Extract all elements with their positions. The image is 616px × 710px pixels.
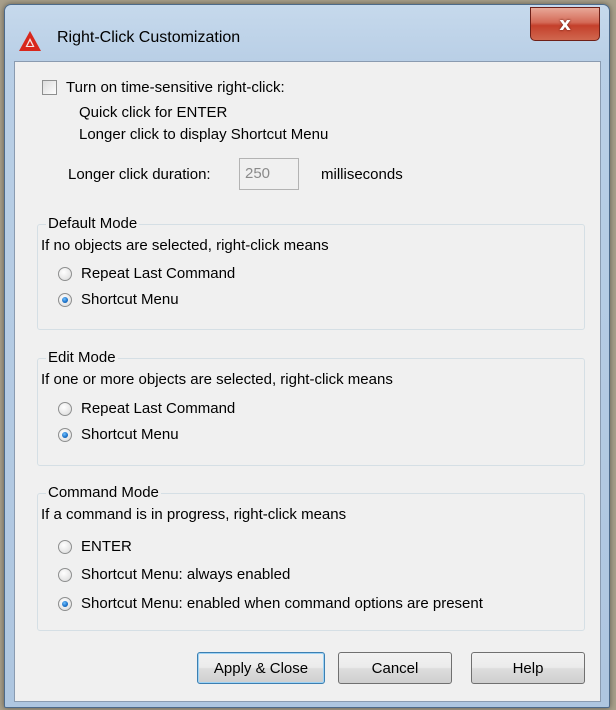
autocad-logo-icon xyxy=(19,31,41,51)
title-bar[interactable]: Right-Click Customization x xyxy=(5,5,609,61)
default-mode-group: Default Mode If no objects are selected,… xyxy=(37,215,585,330)
default-mode-title: Default Mode xyxy=(46,215,140,232)
default-mode-option-shortcut-menu[interactable]: Shortcut Menu xyxy=(81,291,179,308)
command-mode-group: Command Mode If a command is in progress… xyxy=(37,484,585,631)
edit-mode-description: If one or more objects are selected, rig… xyxy=(41,371,393,388)
cancel-button[interactable]: Cancel xyxy=(338,652,452,684)
default-mode-option-repeat-last[interactable]: Repeat Last Command xyxy=(81,265,235,282)
edit-mode-option-repeat-last[interactable]: Repeat Last Command xyxy=(81,400,235,417)
default-mode-description: If no objects are selected, right-click … xyxy=(41,237,329,254)
longer-click-text: Longer click to display Shortcut Menu xyxy=(79,126,329,143)
command-mode-option-always-enabled[interactable]: Shortcut Menu: always enabled xyxy=(81,566,290,583)
edit-mode-radio-shortcut-menu[interactable] xyxy=(58,428,72,442)
dialog-content: Turn on time-sensitive right-click: Quic… xyxy=(14,61,601,702)
edit-mode-radio-repeat-last[interactable] xyxy=(58,402,72,416)
edit-mode-title: Edit Mode xyxy=(46,349,118,366)
close-button[interactable]: x xyxy=(530,7,600,41)
command-mode-option-enabled-with-options[interactable]: Shortcut Menu: enabled when command opti… xyxy=(81,595,483,612)
command-mode-option-enter[interactable]: ENTER xyxy=(81,538,132,555)
default-mode-radio-repeat-last[interactable] xyxy=(58,267,72,281)
edit-mode-option-shortcut-menu[interactable]: Shortcut Menu xyxy=(81,426,179,443)
duration-label: Longer click duration: xyxy=(68,166,211,183)
edit-mode-group: Edit Mode If one or more objects are sel… xyxy=(37,349,585,466)
close-icon: x xyxy=(559,13,571,35)
command-mode-radio-enabled-with-options[interactable] xyxy=(58,597,72,611)
duration-input[interactable]: 250 xyxy=(239,158,299,190)
dialog-window: Right-Click Customization x Turn on time… xyxy=(4,4,610,708)
command-mode-title: Command Mode xyxy=(46,484,161,501)
time-sensitive-checkbox[interactable] xyxy=(42,80,57,95)
command-mode-radio-enter[interactable] xyxy=(58,540,72,554)
time-sensitive-label[interactable]: Turn on time-sensitive right-click: xyxy=(66,79,285,96)
command-mode-description: If a command is in progress, right-click… xyxy=(41,506,347,523)
default-mode-radio-shortcut-menu[interactable] xyxy=(58,293,72,307)
command-mode-radio-always-enabled[interactable] xyxy=(58,568,72,582)
window-title: Right-Click Customization xyxy=(57,29,241,46)
duration-unit-label: milliseconds xyxy=(321,166,403,183)
apply-close-button[interactable]: Apply & Close xyxy=(197,652,325,684)
quick-click-text: Quick click for ENTER xyxy=(79,104,228,121)
help-button[interactable]: Help xyxy=(471,652,585,684)
